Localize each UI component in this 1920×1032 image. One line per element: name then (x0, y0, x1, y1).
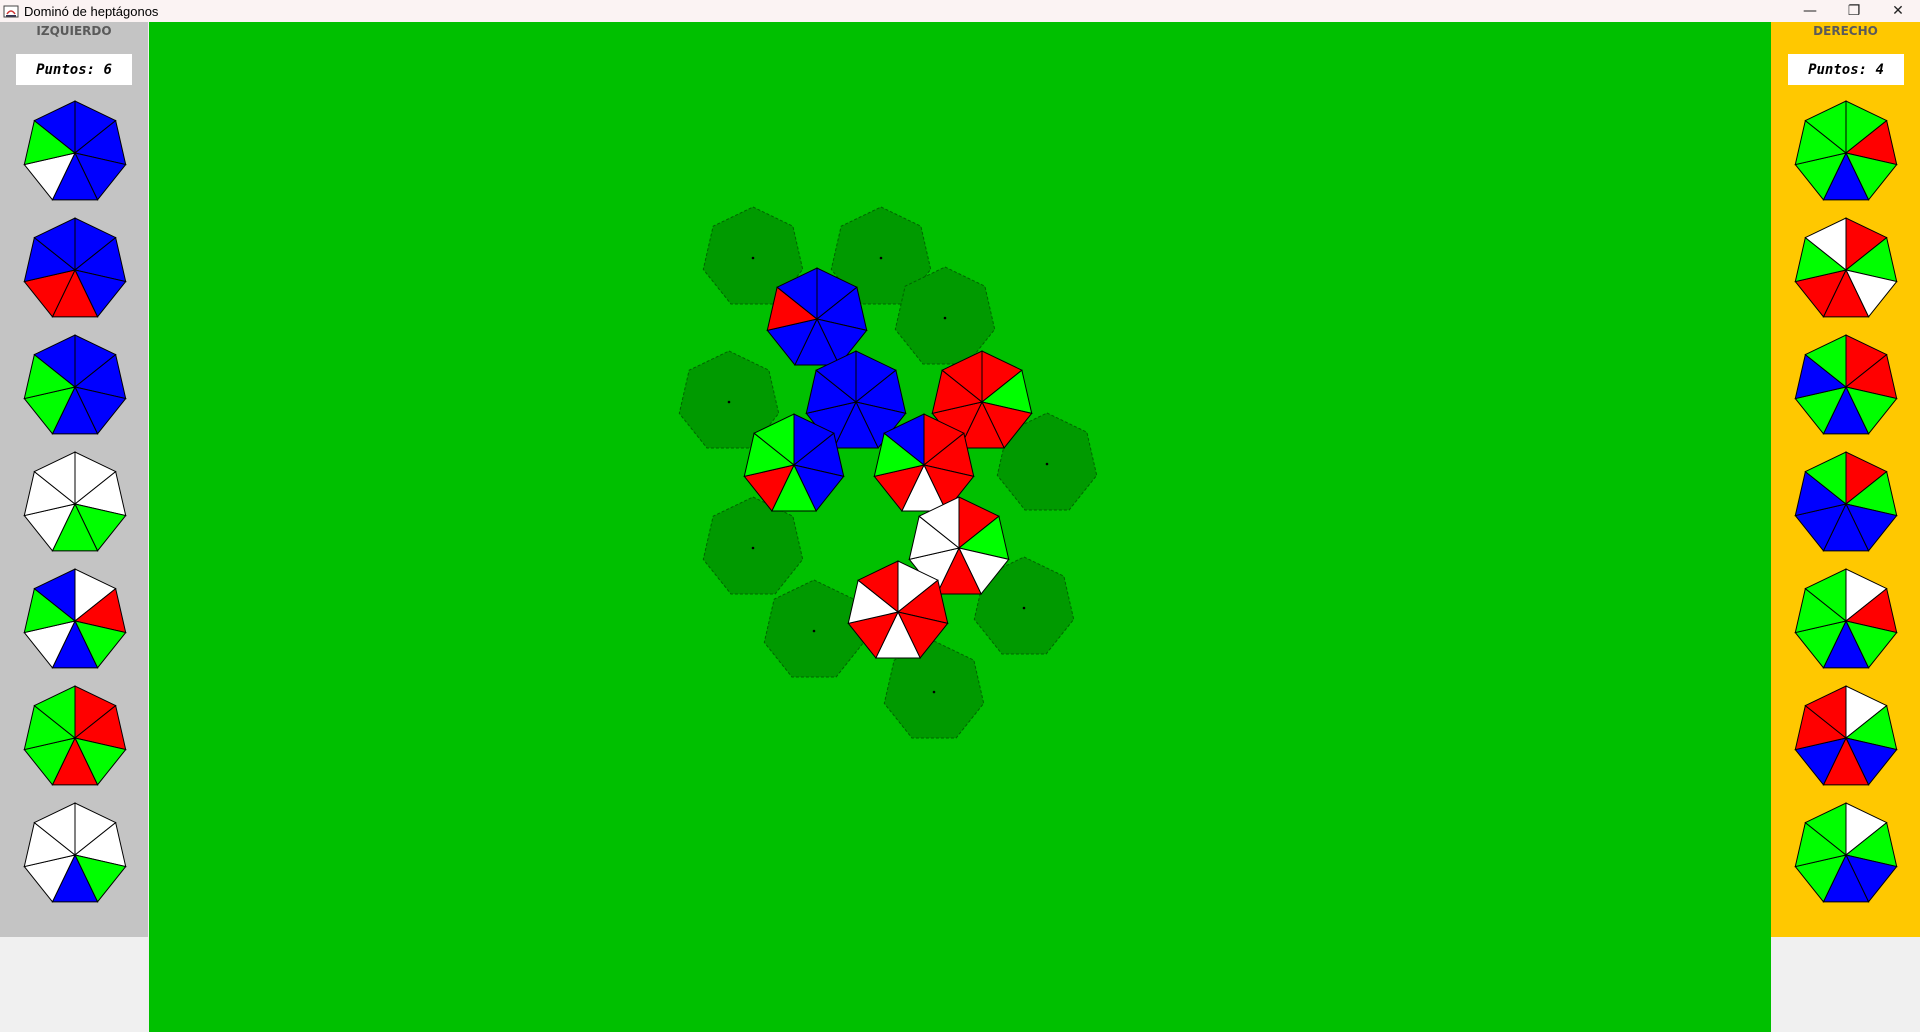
right-hand-piece[interactable] (1794, 334, 1898, 438)
close-icon[interactable]: ✕ (1876, 0, 1920, 22)
empty-slot[interactable] (702, 496, 804, 595)
slot-center-dot (751, 546, 755, 550)
right-hand-piece[interactable] (1794, 451, 1898, 555)
right-score: Puntos: 4 (1788, 54, 1904, 85)
right-hand-piece[interactable] (1794, 217, 1898, 321)
slot-center-dot (879, 256, 883, 260)
left-hand-piece[interactable] (23, 100, 127, 204)
left-piece-2[interactable] (23, 217, 127, 318)
left-hand-piece[interactable] (23, 217, 127, 321)
java-cup-icon (3, 5, 19, 18)
right-hand-piece[interactable] (1794, 100, 1898, 204)
slot-outline (702, 496, 804, 595)
right-player-panel: DERECHO Puntos: 4 (1771, 22, 1920, 937)
right-piece-4[interactable] (1794, 451, 1898, 552)
right-piece-7[interactable] (1794, 802, 1898, 903)
left-piece-4[interactable] (23, 451, 127, 552)
slot-center-dot (1022, 606, 1026, 610)
right-piece-5[interactable] (1794, 568, 1898, 669)
right-hand-piece[interactable] (1794, 802, 1898, 906)
right-player-name: DERECHO (1813, 24, 1878, 38)
right-hand-piece[interactable] (1794, 568, 1898, 672)
slot-center-dot (727, 400, 731, 404)
slot-center-dot (943, 316, 947, 320)
left-player-panel: IZQUIERDO Puntos: 6 (0, 22, 148, 937)
left-hand-piece[interactable] (23, 802, 127, 906)
left-hand-piece[interactable] (23, 568, 127, 672)
restore-icon[interactable]: ❐ (1832, 0, 1876, 22)
left-hand-piece[interactable] (23, 451, 127, 555)
slot-center-dot (932, 690, 936, 694)
left-player-name: IZQUIERDO (36, 24, 112, 38)
right-piece-3[interactable] (1794, 334, 1898, 435)
slot-center-dot (812, 629, 816, 633)
title-bar: Dominó de heptágonos — ❐ ✕ (0, 0, 1920, 22)
right-piece-2[interactable] (1794, 217, 1898, 318)
right-piece-6[interactable] (1794, 685, 1898, 786)
left-score: Puntos: 6 (16, 54, 132, 85)
minimize-icon[interactable]: — (1788, 0, 1832, 22)
left-hand-piece[interactable] (23, 685, 127, 789)
left-piece-6[interactable] (23, 685, 127, 786)
left-piece-3[interactable] (23, 334, 127, 435)
slot-outline (763, 579, 865, 678)
empty-slot[interactable] (763, 579, 865, 678)
slot-center-dot (1045, 462, 1049, 466)
right-hand-piece[interactable] (1794, 685, 1898, 789)
slot-center-dot (751, 256, 755, 260)
window-title: Dominó de heptágonos (24, 3, 159, 19)
right-piece-1[interactable] (1794, 100, 1898, 201)
board-canvas[interactable] (149, 22, 1771, 1032)
left-piece-7[interactable] (23, 802, 127, 903)
left-hand-piece[interactable] (23, 334, 127, 438)
left-piece-1[interactable] (23, 100, 127, 201)
game-board[interactable] (149, 22, 1771, 1032)
left-piece-5[interactable] (23, 568, 127, 669)
